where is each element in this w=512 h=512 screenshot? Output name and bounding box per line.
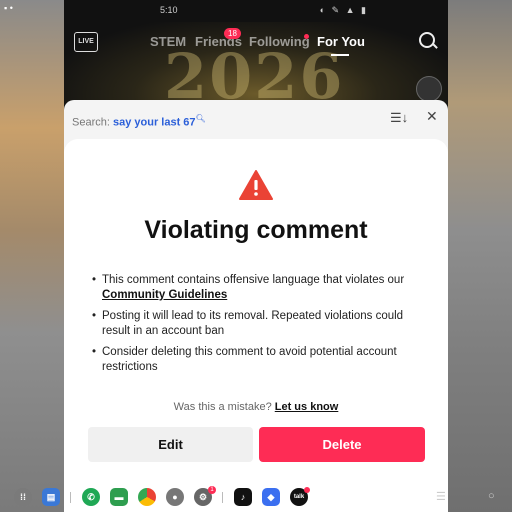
tiktok-icon[interactable]: ♪ xyxy=(234,488,252,506)
tab-for-you[interactable]: For You xyxy=(317,34,365,49)
query-search-icon: 🔍︎ xyxy=(195,114,206,123)
bullet-restrictions: Consider deleting this comment to avoid … xyxy=(92,345,426,375)
delete-button[interactable]: Delete xyxy=(259,427,425,462)
active-tab-underline xyxy=(331,54,349,56)
status-bar: 5:10 ◐ ✎ ▲ ▮ xyxy=(64,0,448,22)
search-icon[interactable] xyxy=(419,32,435,48)
creator-avatar[interactable] xyxy=(416,76,442,102)
tab-stem[interactable]: STEM xyxy=(150,34,186,49)
friends-badge: 18 xyxy=(224,28,241,39)
tab-following[interactable]: Following xyxy=(249,34,310,49)
app-drawer-icon[interactable]: ⁞⁞ xyxy=(14,488,32,506)
taskbar: ⁞⁞ ▤ ✆ ▬ ● ⚙ 1 ♪ ◆ talk ☰ ○ xyxy=(0,484,512,512)
mistake-text: Was this a mistake? xyxy=(173,401,272,413)
let-us-know-link[interactable]: Let us know xyxy=(275,401,339,413)
chrome-icon[interactable] xyxy=(138,488,156,506)
feedback-row: Was this a mistake? Let us know xyxy=(64,401,448,413)
top-navigation: LIVE STEM Friends 18 Following For You xyxy=(64,28,448,56)
phone-window: 5:10 ◐ ✎ ▲ ▮ 2026 LIVE STEM Friends 18 F… xyxy=(64,0,448,512)
status-time: 5:10 xyxy=(160,5,178,15)
community-guidelines-link[interactable]: Community Guidelines xyxy=(102,289,227,301)
desktop-background-right xyxy=(448,0,512,512)
bullet-removal: Posting it will lead to its removal. Rep… xyxy=(92,309,426,339)
desktop-status-indicator: ▪ • xyxy=(4,3,13,13)
phone-icon[interactable]: ✆ xyxy=(82,488,100,506)
messages-icon[interactable]: ▬ xyxy=(110,488,128,506)
search-prefix: Search: xyxy=(72,116,110,129)
violation-details: This comment contains offensive language… xyxy=(92,273,426,381)
kakao-notification-dot xyxy=(304,487,310,493)
warning-icon xyxy=(239,170,273,200)
close-icon[interactable]: ✕ xyxy=(426,108,438,125)
live-icon[interactable]: LIVE xyxy=(74,32,98,52)
sort-icon[interactable]: ☰↓ xyxy=(390,110,408,126)
violation-dialog: Violating comment This comment contains … xyxy=(64,139,448,512)
dialog-title: Violating comment xyxy=(144,216,368,244)
comment-search-suggestion[interactable]: Search: say your last 67🔍︎ xyxy=(72,114,206,129)
menu-icon[interactable]: ☰ xyxy=(436,490,446,503)
search-query: say your last 67 xyxy=(112,116,196,129)
taskbar-separator xyxy=(70,492,71,503)
edit-button[interactable]: Edit xyxy=(88,427,253,462)
status-icons: ◐ ✎ ▲ ▮ xyxy=(319,5,368,15)
home-icon[interactable]: ○ xyxy=(488,490,495,502)
roblox-icon[interactable]: ◆ xyxy=(262,488,280,506)
following-dot xyxy=(304,34,309,39)
camera-icon[interactable]: ● xyxy=(166,488,184,506)
desktop-background-left xyxy=(0,0,64,512)
taskbar-separator xyxy=(222,492,223,503)
bullet-guidelines: This comment contains offensive language… xyxy=(92,273,426,303)
bullet1-text: This comment contains offensive language… xyxy=(102,274,405,286)
settings-badge: 1 xyxy=(208,486,216,494)
files-icon[interactable]: ▤ xyxy=(42,488,60,506)
